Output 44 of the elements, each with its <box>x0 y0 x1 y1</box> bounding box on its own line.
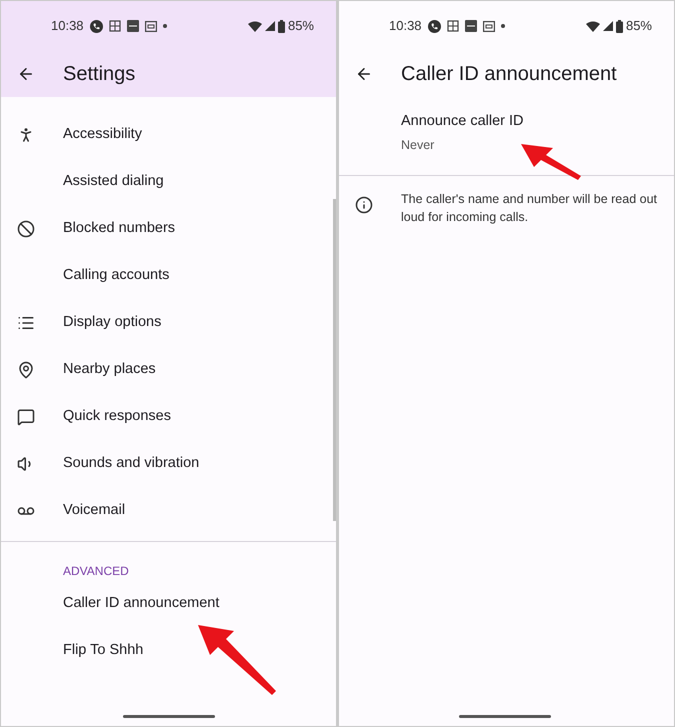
message-icon <box>17 408 35 426</box>
back-button[interactable] <box>355 65 373 83</box>
info-icon <box>355 196 373 214</box>
settings-item[interactable]: Calling accounts <box>1 252 336 299</box>
settings-item[interactable]: Quick responses <box>1 393 336 440</box>
battery-icon <box>616 20 623 32</box>
app-icon <box>108 20 121 32</box>
dot-icon <box>162 24 167 28</box>
phone-icon <box>428 20 441 32</box>
setting-title: Announce caller ID <box>401 112 525 131</box>
section-header: ADVANCED <box>62 563 130 580</box>
map-pin-icon <box>17 360 35 378</box>
info-text: The caller's name and number will be read out loud for incoming calls. <box>401 190 658 226</box>
phone-icon <box>90 20 103 32</box>
battery-icon <box>278 20 285 32</box>
settings-item[interactable]: Voicemail <box>1 487 336 534</box>
settings-item[interactable]: Caller ID announcement <box>1 580 336 627</box>
status-time: 10:38 <box>389 17 422 36</box>
signal-icon <box>602 21 613 31</box>
screen-title: Caller ID announcement <box>401 62 617 87</box>
app-icon <box>446 20 459 32</box>
settings-item[interactable]: Blocked numbers <box>1 205 336 252</box>
app-icon <box>126 20 139 32</box>
app-icon <box>144 20 157 32</box>
settings-item[interactable]: Sounds and vibration <box>1 440 336 487</box>
status-time: 10:38 <box>51 17 84 36</box>
settings-item[interactable]: Nearby places <box>1 346 336 393</box>
signal-icon <box>264 21 275 31</box>
wifi-icon <box>248 20 262 32</box>
app-icon <box>482 20 495 32</box>
settings-item[interactable]: Assisted dialing <box>1 158 336 205</box>
settings-item[interactable]: Accessibility <box>1 111 336 158</box>
annotation-arrow <box>521 144 581 180</box>
settings-item[interactable]: Flip To Shhh <box>1 627 336 674</box>
battery-percent: 85% <box>288 17 314 36</box>
back-button[interactable] <box>17 65 35 83</box>
screen-title: Settings <box>63 62 136 87</box>
wifi-icon <box>586 20 600 32</box>
battery-percent: 85% <box>626 17 652 36</box>
dot-icon <box>500 24 505 28</box>
setting-value: Never <box>401 136 436 154</box>
app-icon <box>464 20 477 32</box>
blocked-icon <box>17 220 35 238</box>
settings-item[interactable]: Display options <box>1 299 336 346</box>
